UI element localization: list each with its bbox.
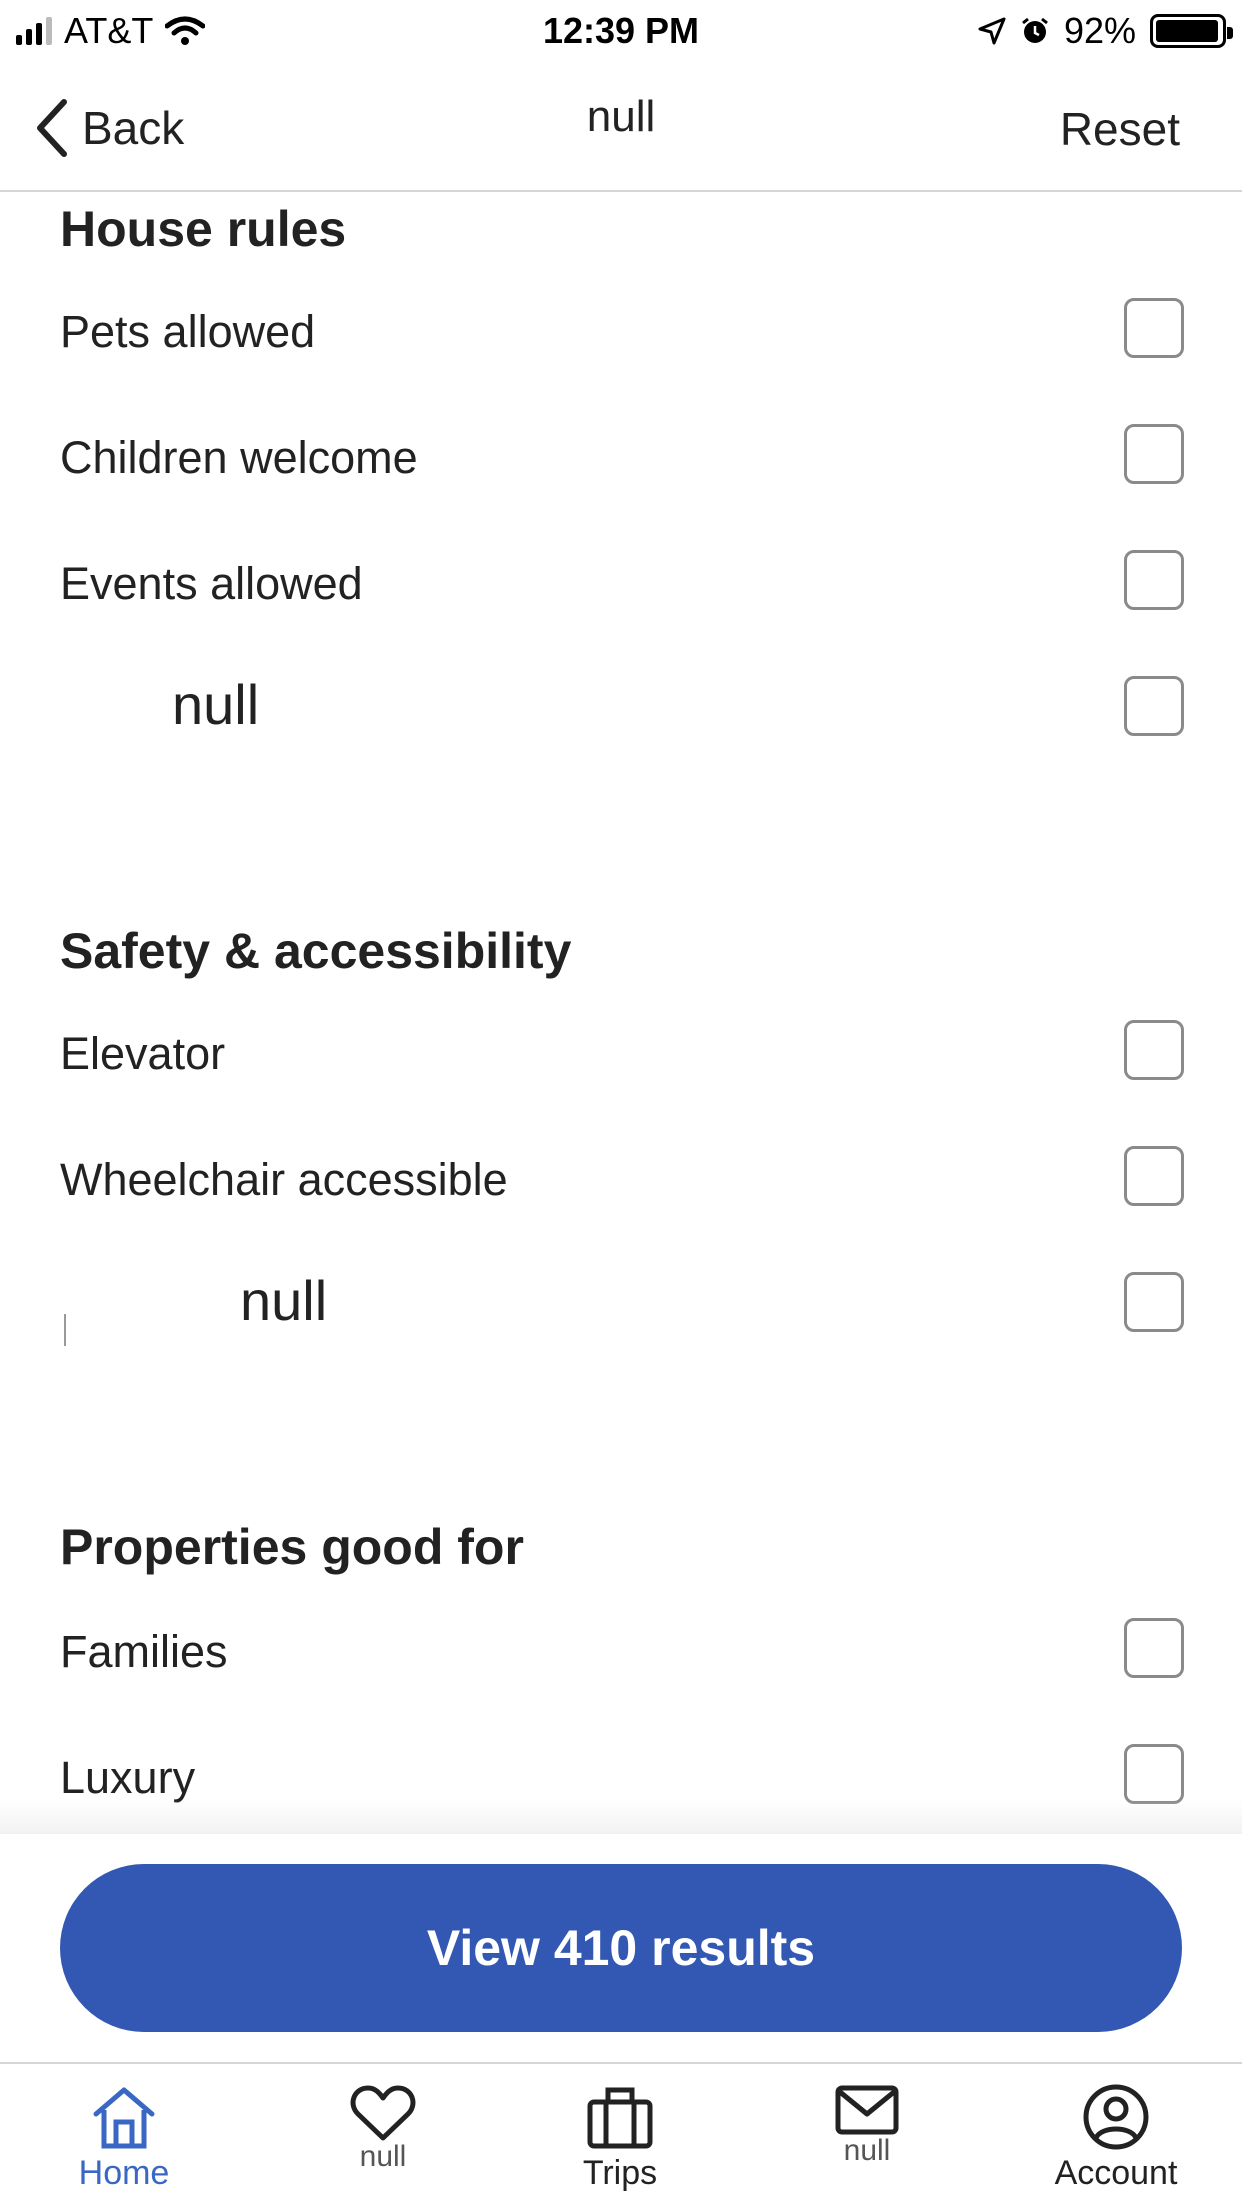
children-welcome-checkbox[interactable] (1124, 424, 1184, 484)
families-checkbox[interactable] (1124, 1618, 1184, 1678)
tab-trips[interactable]: Trips (520, 2082, 720, 2193)
view-results-button[interactable]: View 410 results (60, 1864, 1182, 2032)
filter-label: null (240, 1269, 328, 1332)
home-icon (93, 2087, 155, 2149)
section-title-good-for: Properties good for (60, 1519, 524, 1575)
filter-row-pets-allowed[interactable]: Pets allowed (60, 294, 1184, 374)
filter-label: Families (60, 1626, 228, 1677)
filter-row-families[interactable]: Families (60, 1614, 1184, 1694)
filter-row-children-welcome[interactable]: Children welcome (60, 420, 1184, 500)
elevator-checkbox[interactable] (1124, 1020, 1184, 1080)
filter-row-elevator[interactable]: Elevator (60, 1016, 1184, 1096)
filter-label: Children welcome (60, 432, 418, 483)
battery-icon (1150, 14, 1233, 48)
mail-icon (835, 2085, 899, 2135)
section-title-house-rules: House rules (60, 201, 347, 257)
page-title: null (586, 92, 656, 141)
pets-allowed-checkbox[interactable] (1124, 298, 1184, 358)
tab-label: Trips (582, 2154, 658, 2192)
filter-row-unnamed-safety[interactable]: null (60, 1268, 1184, 1348)
tab-inbox[interactable]: null (767, 2082, 967, 2168)
filter-list[interactable]: House rules Pets allowed Children welcom… (0, 194, 1242, 1834)
tab-label: Home (78, 2154, 170, 2192)
tab-bar: Home null Trips null Account (0, 2062, 1242, 2208)
tab-home[interactable]: Home (24, 2082, 224, 2193)
battery-percent: 92% (1063, 10, 1136, 51)
filter-label: Events allowed (60, 558, 363, 609)
tab-label: null (843, 2134, 891, 2167)
unnamed-safety-checkbox[interactable] (1124, 1272, 1184, 1332)
filter-row-wheelchair-accessible[interactable]: Wheelchair accessible (60, 1142, 1184, 1222)
filter-label: Elevator (60, 1028, 226, 1079)
wheelchair-accessible-checkbox[interactable] (1124, 1146, 1184, 1206)
reset-button[interactable]: Reset (1060, 102, 1180, 156)
luxury-checkbox[interactable] (1124, 1744, 1184, 1804)
filter-row-unnamed-house-rule[interactable]: null (60, 672, 1184, 752)
status-right: 92% (978, 10, 1233, 52)
scroll-fade (0, 1800, 1242, 1834)
filter-label: Wheelchair accessible (60, 1154, 508, 1205)
events-allowed-checkbox[interactable] (1124, 550, 1184, 610)
tab-account[interactable]: Account (1016, 2082, 1216, 2193)
status-bar: AT&T 12:39 PM 92% (0, 0, 1242, 62)
account-icon (1083, 2084, 1149, 2150)
filter-row-events-allowed[interactable]: Events allowed (60, 546, 1184, 626)
tab-label: null (359, 2140, 407, 2173)
heart-icon (350, 2085, 416, 2141)
filter-label: Pets allowed (60, 306, 316, 357)
tab-label: Account (1054, 2154, 1178, 2192)
location-icon (978, 17, 1006, 45)
unnamed-house-rule-checkbox[interactable] (1124, 676, 1184, 736)
filter-label: null (172, 673, 260, 736)
alarm-icon (1022, 17, 1048, 43)
nav-bar: Back null Reset (0, 62, 1242, 192)
text-cursor (64, 1314, 66, 1346)
suitcase-icon (587, 2087, 653, 2149)
filter-label: Luxury (60, 1752, 196, 1803)
section-title-safety: Safety & accessibility (60, 923, 572, 979)
tab-favorites[interactable]: null (283, 2082, 483, 2174)
